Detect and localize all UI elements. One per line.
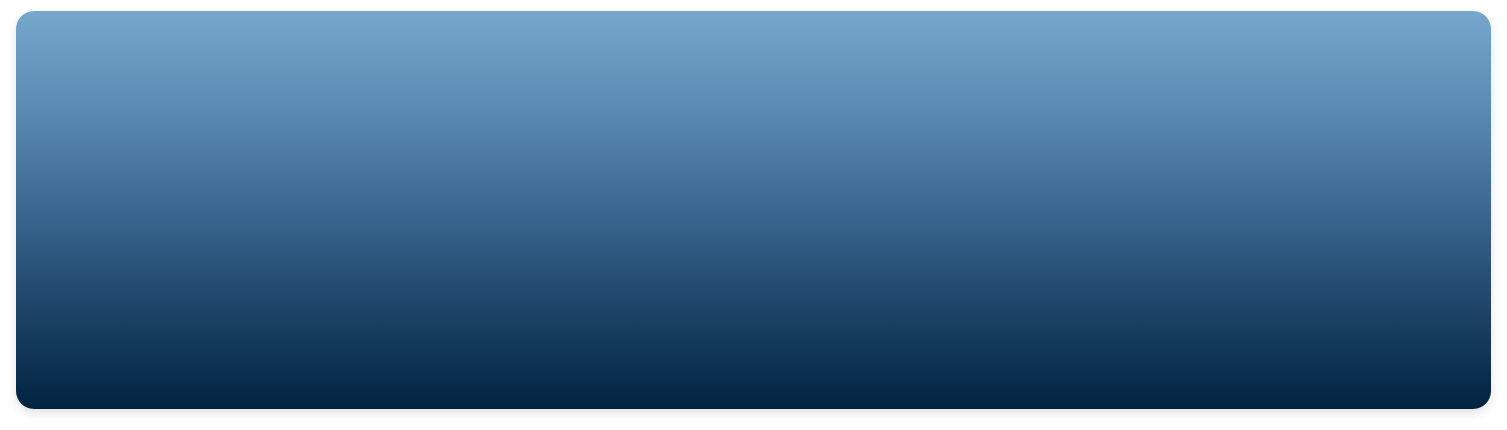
hero-banner-panel	[16, 11, 1491, 409]
page	[0, 0, 1507, 430]
